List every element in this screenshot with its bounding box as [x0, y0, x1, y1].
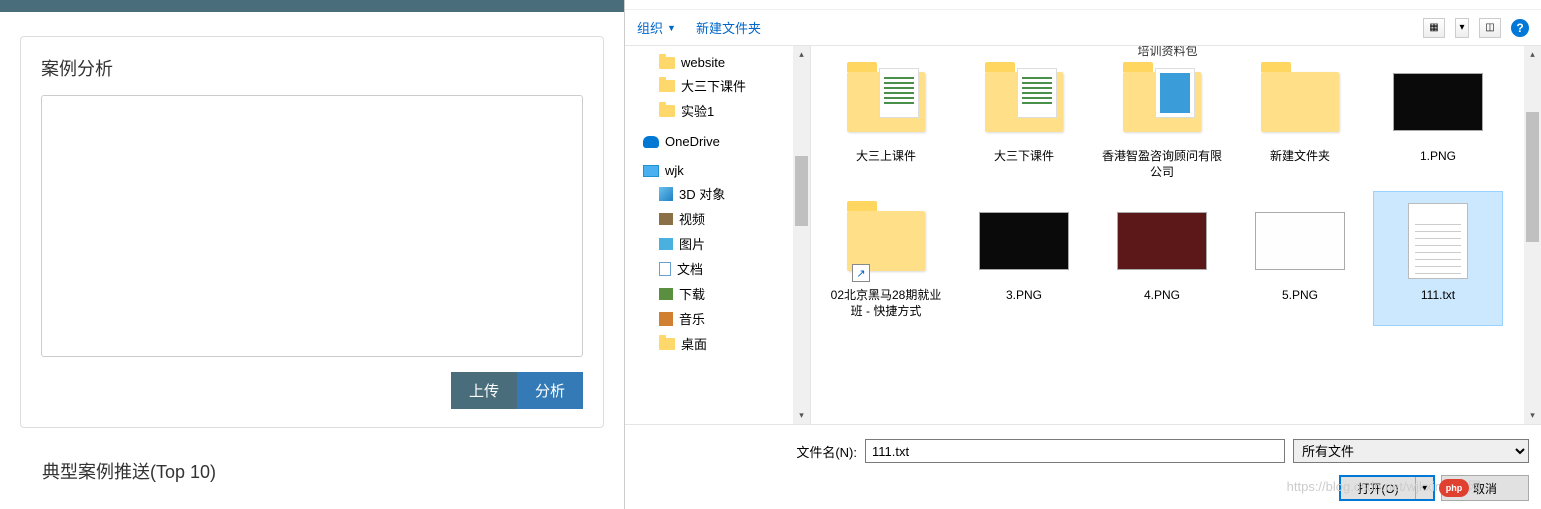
file-thumbnail — [1390, 59, 1486, 145]
dialog-address-bar — [625, 0, 1541, 10]
help-icon[interactable]: ? — [1511, 19, 1529, 37]
tree-item-downloads[interactable]: 下载 — [625, 281, 793, 306]
file-thumbnail — [1114, 59, 1210, 145]
file-label: 新建文件夹 — [1270, 149, 1330, 165]
music-icon — [659, 312, 673, 326]
3d-objects-icon — [659, 187, 673, 201]
file-item[interactable]: 3.PNG — [959, 191, 1089, 326]
open-dropdown-button[interactable]: ▼ — [1415, 477, 1433, 499]
scroll-down-icon[interactable]: ▾ — [793, 407, 810, 424]
tree-item-folder2[interactable]: 大三下课件 — [625, 73, 793, 98]
file-item[interactable]: 大三上课件 — [821, 52, 951, 187]
file-label: 02北京黑马28期就业班 - 快捷方式 — [826, 288, 946, 319]
open-button[interactable]: 打开(O) — [1341, 477, 1415, 499]
file-thumbnail — [1114, 198, 1210, 284]
file-label: 大三下课件 — [994, 149, 1054, 165]
tree-item-desktop[interactable]: 桌面 — [625, 331, 793, 356]
file-thumbnail: ↗ — [838, 198, 934, 284]
file-item[interactable]: 大三下课件 — [959, 52, 1089, 187]
card-title: 案例分析 — [41, 55, 583, 81]
folder-icon — [659, 57, 675, 69]
file-type-filter[interactable]: 所有文件 — [1293, 439, 1529, 463]
file-item[interactable]: 香港智盈咨询顾问有限公司 — [1097, 52, 1227, 187]
dialog-body: website 大三下课件 实验1 OneDrive wjk 3D 对象 视频 … — [625, 46, 1541, 424]
button-row: 上传 分析 — [41, 372, 583, 409]
php-badge-icon: php — [1439, 479, 1469, 497]
file-grid[interactable]: 培训资料包 大三上课件 大三下课件 香港智盈咨询顾问有限公司 新建文件夹 1.PNG ↗ 0… — [811, 46, 1524, 424]
downloads-icon — [659, 288, 673, 300]
new-folder-button[interactable]: 新建文件夹 — [696, 18, 761, 37]
file-thumbnail — [1390, 198, 1486, 284]
folder-icon — [659, 105, 675, 117]
file-open-dialog: 组织▼ 新建文件夹 ▦ ▾ ◫ ? website 大三下课件 实验1 OneD… — [624, 0, 1541, 509]
file-label: 香港智盈咨询顾问有限公司 — [1102, 149, 1222, 180]
filename-input[interactable] — [865, 439, 1285, 463]
file-label: 5.PNG — [1282, 288, 1318, 304]
file-label: 3.PNG — [1006, 288, 1042, 304]
video-icon — [659, 213, 673, 225]
tree-item-onedrive[interactable]: OneDrive — [625, 131, 793, 152]
file-thumbnail — [976, 198, 1072, 284]
tree-item-thispc[interactable]: wjk — [625, 160, 793, 181]
tree-item-pictures[interactable]: 图片 — [625, 231, 793, 256]
view-mode-button[interactable]: ▦ — [1423, 18, 1445, 38]
file-item[interactable]: 4.PNG — [1097, 191, 1227, 326]
file-thumbnail — [1252, 59, 1348, 145]
pictures-icon — [659, 238, 673, 250]
file-thumbnail — [1252, 198, 1348, 284]
tree-item-videos[interactable]: 视频 — [625, 206, 793, 231]
file-item[interactable]: 111.txt — [1373, 191, 1503, 326]
filename-label: 文件名(N): — [796, 442, 857, 461]
file-item[interactable]: 1.PNG — [1373, 52, 1503, 187]
file-item[interactable]: 5.PNG — [1235, 191, 1365, 326]
pc-icon — [643, 165, 659, 177]
onedrive-icon — [643, 136, 659, 148]
dialog-bottom-bar: 文件名(N): 所有文件 打开(O) ▼ 取消 — [625, 424, 1541, 509]
header-bar — [0, 0, 624, 12]
documents-icon — [659, 262, 671, 276]
folder-icon — [659, 80, 675, 92]
tree-item-3dobjects[interactable]: 3D 对象 — [625, 181, 793, 206]
navigation-tree: website 大三下课件 实验1 OneDrive wjk 3D 对象 视频 … — [625, 46, 811, 424]
tree-item-documents[interactable]: 文档 — [625, 256, 793, 281]
scroll-up-icon[interactable]: ▴ — [793, 46, 810, 63]
file-list-area: 培训资料包 大三上课件 大三下课件 香港智盈咨询顾问有限公司 新建文件夹 1.PNG ↗ 0… — [811, 46, 1541, 424]
upload-button[interactable]: 上传 — [451, 372, 517, 409]
analyze-button[interactable]: 分析 — [517, 372, 583, 409]
scroll-thumb[interactable] — [795, 156, 808, 226]
organize-menu[interactable]: 组织▼ — [637, 18, 676, 37]
file-label: 1.PNG — [1420, 149, 1456, 165]
preview-pane-button[interactable]: ◫ — [1479, 18, 1501, 38]
file-label: 4.PNG — [1144, 288, 1180, 304]
tree-item-music[interactable]: 音乐 — [625, 306, 793, 331]
file-thumbnail — [838, 59, 934, 145]
parent-folder-label: 培训资料包 — [1137, 46, 1197, 59]
file-label: 大三上课件 — [856, 149, 916, 165]
chevron-down-icon: ▼ — [667, 23, 676, 33]
open-button-group: 打开(O) ▼ — [1339, 475, 1435, 501]
tree-item-folder3[interactable]: 实验1 — [625, 98, 793, 123]
case-analysis-card: 案例分析 上传 分析 — [20, 36, 604, 428]
file-label: 111.txt — [1421, 288, 1455, 304]
scroll-down-icon[interactable]: ▾ — [1524, 407, 1541, 424]
file-thumbnail — [976, 59, 1072, 145]
file-item[interactable]: ↗ 02北京黑马28期就业班 - 快捷方式 — [821, 191, 951, 326]
tree-item-website[interactable]: website — [625, 52, 793, 73]
tree-scrollbar[interactable]: ▴ ▾ — [793, 46, 810, 424]
web-left-panel: 案例分析 上传 分析 典型案例推送(Top 10) — [0, 0, 624, 509]
desktop-icon — [659, 338, 675, 350]
file-item[interactable]: 新建文件夹 — [1235, 52, 1365, 187]
case-textarea[interactable] — [41, 95, 583, 357]
scroll-thumb[interactable] — [1526, 112, 1539, 242]
section-title: 典型案例推送(Top 10) — [42, 458, 624, 484]
view-dropdown[interactable]: ▾ — [1455, 18, 1469, 38]
dialog-toolbar: 组织▼ 新建文件夹 ▦ ▾ ◫ ? — [625, 10, 1541, 46]
grid-scrollbar[interactable]: ▴ ▾ — [1524, 46, 1541, 424]
scroll-up-icon[interactable]: ▴ — [1524, 46, 1541, 63]
